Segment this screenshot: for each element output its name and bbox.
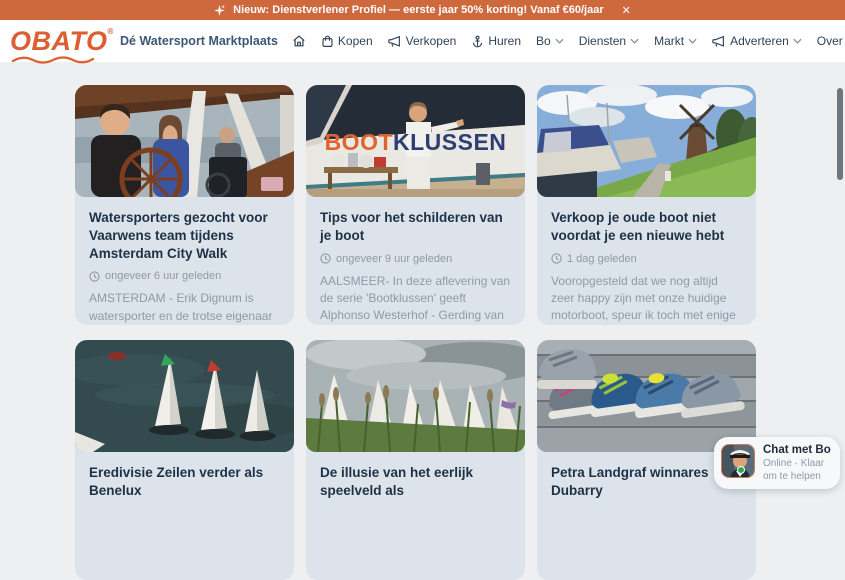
promo-banner: Nieuw: Dienstverlener Profiel — eerste j…	[0, 0, 845, 20]
nav-verkopen[interactable]: Verkopen	[388, 34, 457, 48]
nav-markt[interactable]: Markt	[654, 34, 697, 48]
promo-banner-text: Nieuw: Dienstverlener Profiel — eerste j…	[233, 4, 604, 16]
chevron-down-icon	[630, 38, 639, 44]
home-icon	[292, 34, 306, 48]
anchor-icon	[471, 35, 484, 48]
clock-icon	[551, 253, 562, 264]
chevron-down-icon	[555, 38, 564, 44]
header: OBATO® Dé Watersport Marktplaats Kopen V…	[0, 20, 845, 62]
online-status-dot	[737, 466, 745, 474]
main-nav: Kopen Verkopen Huren Bo Diensten Markt A…	[292, 34, 845, 48]
bag-icon	[321, 35, 334, 48]
nav-over-ons[interactable]: Over Ons	[817, 34, 845, 48]
article-card-2[interactable]: BOOTKLUSSEN Tips voor het schilderen van…	[306, 85, 525, 325]
chevron-down-icon	[793, 38, 802, 44]
article-image-sails-reeds	[306, 340, 525, 452]
article-timestamp: ongeveer 6 uur geleden	[105, 270, 221, 282]
logo-wave	[12, 55, 94, 64]
clock-icon	[320, 253, 331, 264]
sparkles-icon	[214, 5, 225, 16]
article-excerpt: Vooropgesteld dat we nog altijd zeer hap…	[551, 273, 742, 325]
bootklussen-overlay: BOOTKLUSSEN	[306, 131, 525, 154]
article-timestamp: ongeveer 9 uur geleden	[336, 253, 452, 265]
article-image-sailing-aerial	[75, 340, 294, 452]
article-image-dubarry-shoes	[537, 340, 756, 452]
article-image-bootklussen: BOOTKLUSSEN	[306, 85, 525, 197]
article-title[interactable]: Verkoop je oude boot niet voordat je een…	[551, 209, 742, 245]
nav-huren[interactable]: Huren	[471, 34, 521, 48]
article-grid: Watersporters gezocht voor Vaarwens team…	[75, 85, 756, 580]
nav-diensten[interactable]: Diensten	[579, 34, 639, 48]
article-card-3[interactable]: Verkoop je oude boot niet voordat je een…	[537, 85, 756, 325]
chat-status: Online · Klaar om te helpen	[763, 458, 833, 483]
article-excerpt: AALSMEER- In deze aflevering van de seri…	[320, 273, 511, 325]
article-card-4[interactable]: Eredivisie Zeilen verder als Benelux	[75, 340, 294, 580]
close-icon[interactable]: ✕	[622, 4, 631, 17]
logo-text: OBATO	[10, 26, 108, 56]
article-timestamp: 1 dag geleden	[567, 253, 637, 265]
article-image-boat-cabin	[75, 85, 294, 197]
megaphone-icon	[712, 35, 726, 48]
chat-title: Chat met Bo	[763, 444, 833, 456]
article-title[interactable]: Watersporters gezocht voor Vaarwens team…	[89, 209, 280, 262]
article-title[interactable]: Tips voor het schilderen van je boot	[320, 209, 511, 245]
chat-widget[interactable]: Chat met Bo Online · Klaar om te helpen	[714, 437, 840, 489]
article-title[interactable]: Eredivisie Zeilen verder als Benelux	[89, 464, 280, 500]
article-card-5[interactable]: De illusie van het eerlijk speelveld als	[306, 340, 525, 580]
article-image-canal-windmill	[537, 85, 756, 197]
site-tagline: Dé Watersport Marktplaats	[120, 34, 278, 48]
article-card-1[interactable]: Watersporters gezocht voor Vaarwens team…	[75, 85, 294, 325]
registered-mark: ®	[108, 27, 114, 36]
nav-bo[interactable]: Bo	[536, 34, 564, 48]
nav-home[interactable]	[292, 34, 306, 48]
logo[interactable]: OBATO®	[10, 28, 110, 55]
scrollbar-thumb[interactable]	[837, 88, 843, 180]
nav-adverteren[interactable]: Adverteren	[712, 34, 802, 48]
article-title[interactable]: De illusie van het eerlijk speelveld als	[320, 464, 511, 500]
clock-icon	[89, 271, 100, 282]
article-excerpt: AMSTERDAM - Erik Dignum is watersporter …	[89, 290, 280, 325]
chevron-down-icon	[688, 38, 697, 44]
nav-kopen[interactable]: Kopen	[321, 34, 373, 48]
megaphone-icon	[388, 35, 402, 48]
